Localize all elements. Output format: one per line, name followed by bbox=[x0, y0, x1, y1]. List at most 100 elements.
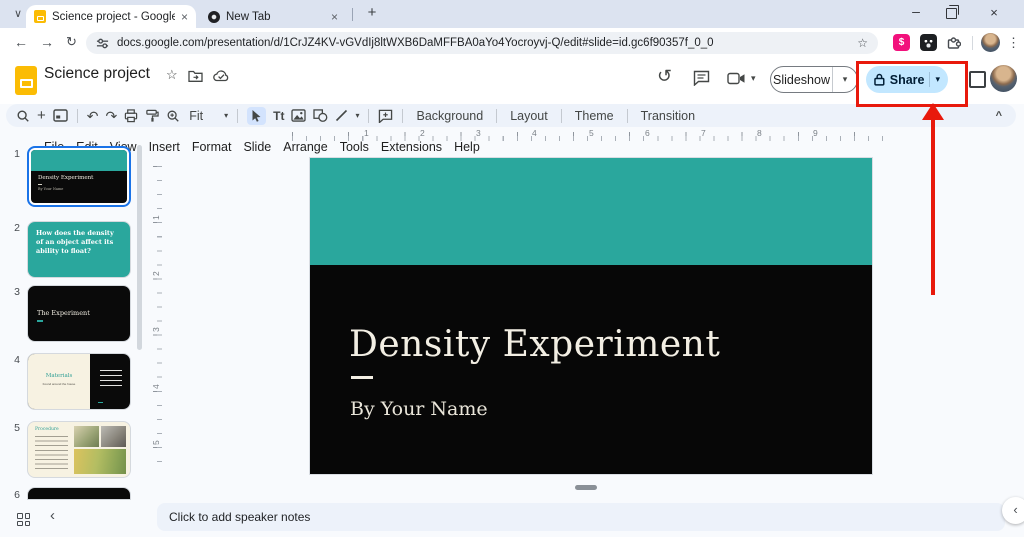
slides-logo-icon[interactable] bbox=[15, 66, 37, 95]
ruler-label: 1 bbox=[364, 128, 369, 138]
toolbar-divider bbox=[402, 109, 403, 123]
redo-icon[interactable]: ↷ bbox=[106, 109, 118, 123]
account-avatar[interactable] bbox=[990, 65, 1017, 92]
zoom-select[interactable]: Fit bbox=[189, 109, 203, 123]
ruler-label: 2 bbox=[420, 128, 425, 138]
slide-title[interactable]: Density Experiment bbox=[349, 324, 720, 365]
window-close-button[interactable]: × bbox=[986, 5, 1002, 20]
share-caret-icon[interactable]: ▾ bbox=[935, 74, 940, 85]
insert-comment-icon[interactable] bbox=[378, 109, 393, 123]
zoom-icon[interactable] bbox=[166, 109, 180, 123]
back-button[interactable]: ← bbox=[14, 34, 28, 50]
insert-shape-icon[interactable] bbox=[313, 109, 328, 122]
grid-view-icon[interactable] bbox=[17, 513, 30, 526]
slide-subtitle[interactable]: By Your Name bbox=[350, 398, 488, 420]
collapse-panel-button[interactable]: ‹ bbox=[1002, 497, 1024, 524]
search-menus-icon[interactable] bbox=[16, 109, 30, 123]
slide-thumbnail-5[interactable]: Procedure bbox=[27, 421, 131, 478]
speaker-notes-area[interactable]: Click to add speaker notes bbox=[157, 503, 1005, 531]
slide-number: 5 bbox=[6, 422, 20, 434]
tab-close-icon[interactable]: × bbox=[331, 11, 338, 23]
share-divider bbox=[929, 72, 930, 87]
thumb-title: Density Experiment bbox=[38, 175, 93, 181]
new-slide-layout-icon[interactable] bbox=[53, 109, 68, 122]
speaker-notes-placeholder: Click to add speaker notes bbox=[169, 510, 310, 524]
extensions-puzzle-icon[interactable] bbox=[946, 35, 961, 50]
background-button[interactable]: Background bbox=[412, 109, 487, 123]
comment-icon[interactable] bbox=[693, 70, 710, 86]
insert-line-icon[interactable] bbox=[335, 109, 348, 122]
filmstrip-scrollbar[interactable] bbox=[137, 145, 142, 350]
cloud-saved-icon[interactable] bbox=[213, 69, 230, 82]
thumb-title: Procedure bbox=[35, 427, 59, 432]
url-text[interactable]: docs.google.com/presentation/d/1CrJZ4KV-… bbox=[117, 37, 849, 49]
layout-button[interactable]: Layout bbox=[506, 109, 552, 123]
window-minimize-button[interactable]: – bbox=[908, 3, 924, 19]
slideshow-label: Slideshow bbox=[771, 73, 832, 87]
browser-menu-icon[interactable]: ⋮ bbox=[1007, 35, 1020, 51]
ruler-label: 9 bbox=[813, 128, 818, 138]
slide-number: 2 bbox=[6, 222, 20, 234]
forward-button[interactable]: → bbox=[40, 34, 54, 50]
transition-button[interactable]: Transition bbox=[637, 109, 699, 123]
window-restore-button[interactable] bbox=[946, 8, 957, 19]
text-box-tool[interactable]: Tt bbox=[273, 109, 284, 123]
site-settings-icon[interactable] bbox=[96, 37, 109, 50]
move-folder-icon[interactable] bbox=[188, 69, 203, 82]
line-caret-icon[interactable]: ▾ bbox=[355, 111, 359, 120]
hide-menus-icon[interactable] bbox=[969, 71, 986, 88]
ruler-label: 6 bbox=[645, 128, 650, 138]
toolbar-divider bbox=[972, 36, 973, 50]
extension-dark-icon[interactable] bbox=[920, 34, 937, 51]
slide-thumbnail-4[interactable]: Materials Found around the house bbox=[27, 353, 131, 410]
browser-profile-avatar[interactable] bbox=[981, 33, 1000, 52]
version-history-icon[interactable]: ↺ bbox=[657, 66, 672, 87]
insert-image-icon[interactable] bbox=[291, 109, 306, 122]
address-bar[interactable]: docs.google.com/presentation/d/1CrJZ4KV-… bbox=[86, 32, 878, 54]
select-tool-button[interactable] bbox=[247, 107, 266, 125]
thumb-text: How does the density of an object affect… bbox=[28, 222, 130, 262]
extension-pink-icon[interactable]: $ bbox=[893, 34, 910, 51]
collapse-toolbar-icon[interactable]: ^ bbox=[996, 110, 1002, 122]
document-title[interactable]: Science project bbox=[44, 65, 150, 83]
slide-thumbnail-3[interactable]: The Experiment bbox=[27, 285, 131, 342]
tab-close-icon[interactable]: × bbox=[181, 11, 188, 23]
slide-thumbnail-1[interactable]: Density Experiment By Your Name bbox=[27, 146, 131, 207]
tab-title: Science project - Google Slides bbox=[52, 11, 175, 23]
slide-thumbnail-2[interactable]: How does the density of an object affect… bbox=[27, 221, 131, 278]
slide-thumbnail-6[interactable] bbox=[27, 487, 131, 500]
new-slide-button[interactable]: + bbox=[37, 108, 46, 123]
star-document-icon[interactable]: ☆ bbox=[166, 67, 178, 83]
slide-number: 3 bbox=[6, 286, 20, 298]
slideshow-caret-icon[interactable]: ▾ bbox=[832, 67, 857, 92]
bookmark-star-icon[interactable]: ☆ bbox=[857, 36, 868, 50]
theme-button[interactable]: Theme bbox=[571, 109, 618, 123]
slideshow-button[interactable]: Slideshow ▾ bbox=[770, 66, 858, 93]
paint-format-icon[interactable] bbox=[145, 109, 159, 123]
meet-camera-icon[interactable] bbox=[727, 72, 746, 85]
notes-resize-handle[interactable] bbox=[575, 485, 597, 490]
camera-caret-icon[interactable]: ▾ bbox=[751, 73, 756, 84]
tab-divider bbox=[352, 8, 353, 21]
slide-teal-band bbox=[310, 158, 872, 265]
menu-format[interactable]: Format bbox=[186, 138, 238, 156]
zoom-caret-icon[interactable]: ▾ bbox=[224, 111, 228, 120]
undo-icon[interactable]: ↶ bbox=[87, 109, 99, 123]
browser-window: ∨ Science project - Google Slides × New … bbox=[0, 0, 1024, 537]
print-icon[interactable] bbox=[124, 109, 138, 123]
toolbar-divider bbox=[368, 109, 369, 123]
menu-slide[interactable]: Slide bbox=[237, 138, 277, 156]
edit-toolbar: + ↶ ↷ Fit ▾ T bbox=[6, 104, 1016, 127]
reload-button[interactable]: ↻ bbox=[66, 34, 77, 50]
chrome-favicon-icon bbox=[208, 11, 220, 23]
tab-science-project[interactable]: Science project - Google Slides × bbox=[26, 5, 196, 28]
share-label: Share bbox=[890, 73, 925, 87]
tab-search-icon[interactable]: ∨ bbox=[8, 5, 28, 25]
slide-editor-canvas[interactable]: Density Experiment By Your Name bbox=[310, 158, 872, 474]
tab-new-tab[interactable]: New Tab × bbox=[200, 5, 346, 28]
collapse-filmstrip-icon[interactable]: ‹ bbox=[50, 507, 55, 524]
toolbar-divider bbox=[237, 109, 238, 123]
share-button[interactable]: Share ▾ bbox=[866, 66, 948, 93]
menu-insert[interactable]: Insert bbox=[143, 138, 186, 156]
new-tab-button[interactable]: + bbox=[362, 4, 382, 21]
